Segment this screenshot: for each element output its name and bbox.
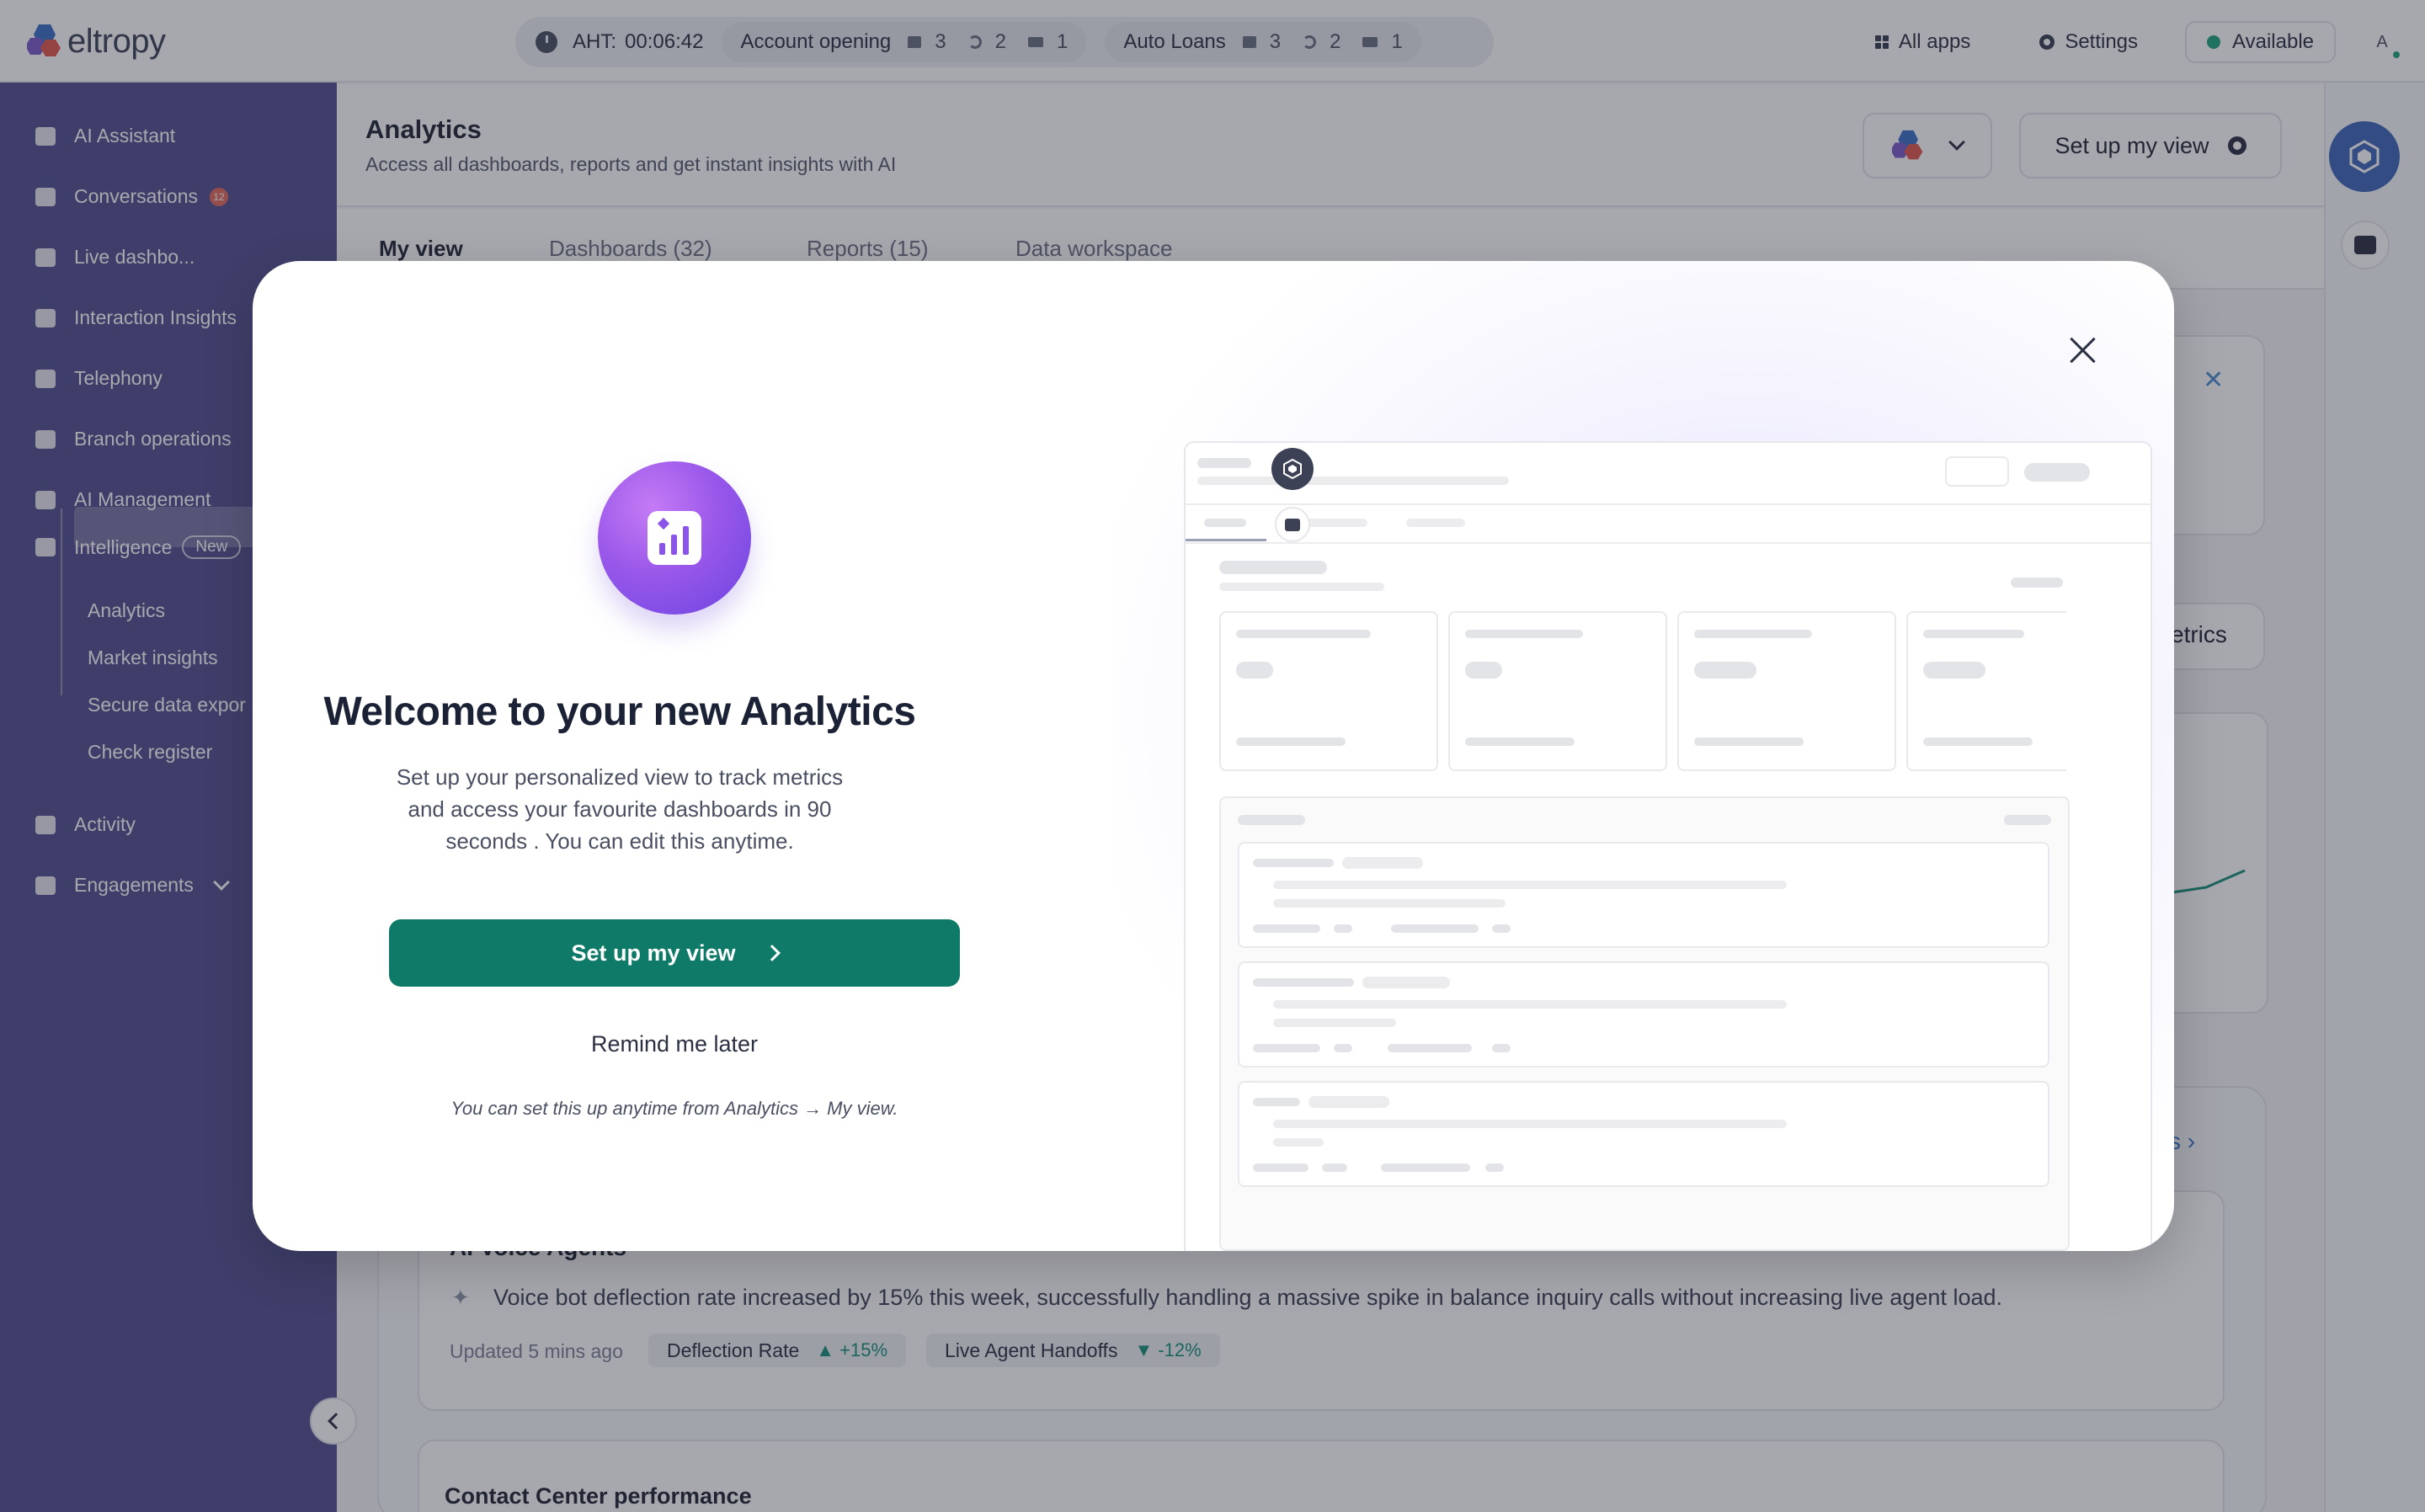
skeleton-value <box>1236 662 1273 679</box>
primary-button-label: Set up my view <box>571 940 736 966</box>
skeleton-meta <box>1253 1044 1320 1052</box>
skeleton-button <box>2024 463 2090 482</box>
skeleton-line <box>1923 630 2024 638</box>
skeleton-line <box>1273 1000 1787 1009</box>
preview-pulse-button <box>1275 507 1310 542</box>
skeleton-meta <box>1334 1044 1352 1052</box>
skeleton-line <box>1253 859 1334 867</box>
skeleton-footer <box>1694 737 1804 746</box>
chevron-right-icon <box>763 945 781 961</box>
skeleton-tab <box>1406 519 1465 527</box>
skeleton-subheading <box>1219 583 1384 591</box>
skeleton-footer <box>1465 737 1575 746</box>
skeleton-line <box>1236 630 1371 638</box>
skeleton-action <box>2011 578 2063 588</box>
skeleton-meta <box>1322 1163 1347 1172</box>
skeleton-line <box>1253 978 1354 987</box>
skeleton-subtitle <box>1197 476 1509 485</box>
skeleton-meta <box>1492 1044 1511 1052</box>
skeleton-line <box>1273 899 1506 908</box>
preview-ai-button <box>1271 448 1314 490</box>
skeleton-switcher <box>1945 456 2009 487</box>
preview-divider <box>1186 503 2151 505</box>
skeleton-meta <box>1388 1044 1472 1052</box>
modal-description: Set up your personalized view to track m… <box>396 764 844 854</box>
skeleton-meta <box>1253 1163 1308 1172</box>
skeleton-tab <box>1204 519 1246 527</box>
skeleton-footer <box>1923 737 2033 746</box>
skeleton-list-item <box>1238 961 2049 1067</box>
analytics-hero-icon <box>598 461 751 615</box>
skeleton-tab-underline <box>1186 539 1266 541</box>
skeleton-tag <box>1308 1096 1389 1108</box>
skeleton-line <box>1465 630 1583 638</box>
skeleton-value <box>1465 662 1502 679</box>
close-modal-button[interactable] <box>2065 333 2102 370</box>
skeleton-line <box>1694 630 1812 638</box>
ai-hexagon-icon <box>1283 458 1302 480</box>
preview-divider <box>1186 542 2151 544</box>
skeleton-line <box>1273 1120 1787 1128</box>
skeleton-value <box>1694 662 1756 679</box>
skeleton-tag <box>1342 857 1423 869</box>
remind-me-later-button[interactable]: Remind me later <box>389 1019 960 1069</box>
modal-footnote: You can set this up anytime from Analyti… <box>450 1098 898 1119</box>
skeleton-tag <box>1362 977 1450 988</box>
pulse-icon <box>1285 518 1300 531</box>
skeleton-footer <box>1236 737 1346 746</box>
skeleton-line <box>1273 1138 1324 1147</box>
skeleton-line <box>1273 881 1787 889</box>
skeleton-meta <box>1334 924 1352 933</box>
skeleton-meta <box>1381 1163 1470 1172</box>
skeleton-meta <box>1485 1163 1504 1172</box>
setup-my-view-button[interactable]: Set up my view <box>389 919 960 987</box>
skeleton-action <box>2004 815 2051 825</box>
skeleton-heading <box>1238 815 1305 825</box>
skeleton-meta <box>1391 924 1479 933</box>
skeleton-value <box>1923 662 1985 679</box>
dashboard-preview-illustration <box>1184 441 2152 1251</box>
skeleton-line <box>1273 1019 1396 1027</box>
skeleton-heading <box>1219 561 1327 574</box>
skeleton-meta <box>1492 924 1511 933</box>
modal-title: Welcome to your new Analytics <box>323 689 916 734</box>
skeleton-title <box>1197 458 1251 468</box>
skeleton-meta <box>1253 924 1320 933</box>
welcome-modal: Welcome to your new Analytics Set up you… <box>253 261 2174 1251</box>
bar-chart-icon <box>648 511 701 565</box>
skeleton-line <box>1253 1098 1300 1106</box>
